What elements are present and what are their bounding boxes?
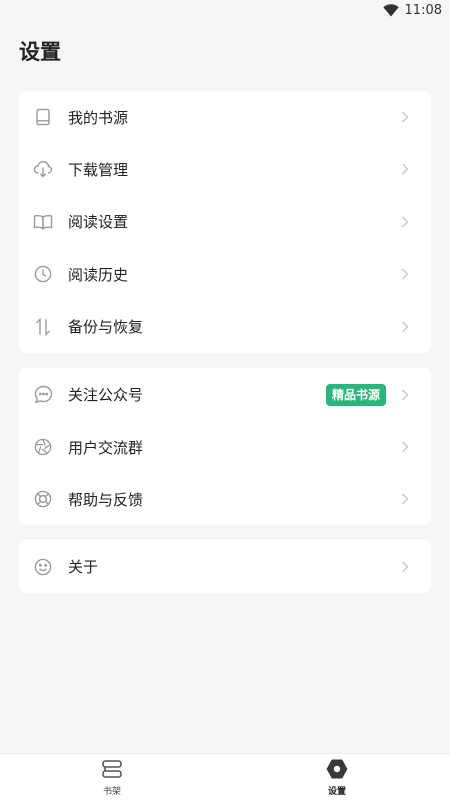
menu-item-my-book-sources[interactable]: 我的书源 <box>19 91 431 143</box>
tab-label: 设置 <box>327 787 346 797</box>
premium-sources-badge: 精品书源 <box>325 383 386 406</box>
settings-group-main: 我的书源 下载管理 阅读设置 阅读历史 备份与恢复 <box>19 91 431 353</box>
open-book-icon <box>33 212 53 232</box>
menu-item-about[interactable]: 关于 <box>19 540 431 593</box>
menu-item-user-group[interactable]: 用户交流群 <box>19 421 431 473</box>
settings-group-community: 关注公众号 精品书源 用户交流群 帮助与反馈 <box>19 368 431 525</box>
bookshelf-icon <box>100 758 124 780</box>
chevron-right-icon <box>402 493 409 505</box>
bottom-navigation: 书架 设置 <box>0 753 450 800</box>
menu-item-label: 帮助与反馈 <box>68 490 144 509</box>
menu-item-label: 阅读设置 <box>68 213 129 231</box>
cloud-download-icon <box>33 159 53 179</box>
aperture-icon <box>33 437 53 457</box>
smiley-icon <box>33 557 53 577</box>
lifebuoy-icon <box>33 489 53 509</box>
status-bar: 11:08 <box>0 0 450 24</box>
page-title: 设置 <box>19 40 61 64</box>
menu-item-label: 阅读历史 <box>68 265 129 284</box>
menu-item-label: 关于 <box>68 558 99 576</box>
menu-item-reading-history[interactable]: 阅读历史 <box>19 248 431 300</box>
wifi-icon <box>382 4 399 17</box>
chevron-right-icon <box>402 561 409 572</box>
menu-item-download-manager[interactable]: 下载管理 <box>19 143 431 195</box>
chat-bubble-icon <box>33 385 53 405</box>
menu-item-reading-settings[interactable]: 阅读设置 <box>19 195 431 248</box>
settings-group-about: 关于 <box>19 540 431 593</box>
tab-bookshelf[interactable]: 书架 <box>82 758 142 797</box>
chevron-right-icon <box>402 111 409 123</box>
menu-item-label: 用户交流群 <box>68 438 144 457</box>
chevron-right-icon <box>402 321 409 332</box>
menu-item-help-feedback[interactable]: 帮助与反馈 <box>19 473 431 525</box>
chevron-right-icon <box>402 389 409 400</box>
menu-item-label: 下载管理 <box>68 160 129 179</box>
swap-vertical-icon <box>33 317 53 337</box>
chevron-right-icon <box>402 268 409 280</box>
menu-item-label: 关注公众号 <box>68 386 144 404</box>
menu-item-backup-restore[interactable]: 备份与恢复 <box>19 300 431 353</box>
chevron-right-icon <box>402 441 409 453</box>
menu-item-label: 备份与恢复 <box>68 318 144 336</box>
menu-item-follow-official-account[interactable]: 关注公众号 精品书源 <box>19 368 431 421</box>
settings-hex-icon <box>325 758 349 780</box>
clock-icon <box>33 264 53 284</box>
chevron-right-icon <box>402 216 409 227</box>
status-right: 11:08 <box>382 3 442 18</box>
menu-item-label: 我的书源 <box>68 108 129 127</box>
tab-settings[interactable]: 设置 <box>307 758 367 797</box>
tab-label: 书架 <box>102 787 121 797</box>
status-time: 11:08 <box>404 3 442 18</box>
chevron-right-icon <box>402 163 409 175</box>
book-icon <box>33 107 53 127</box>
